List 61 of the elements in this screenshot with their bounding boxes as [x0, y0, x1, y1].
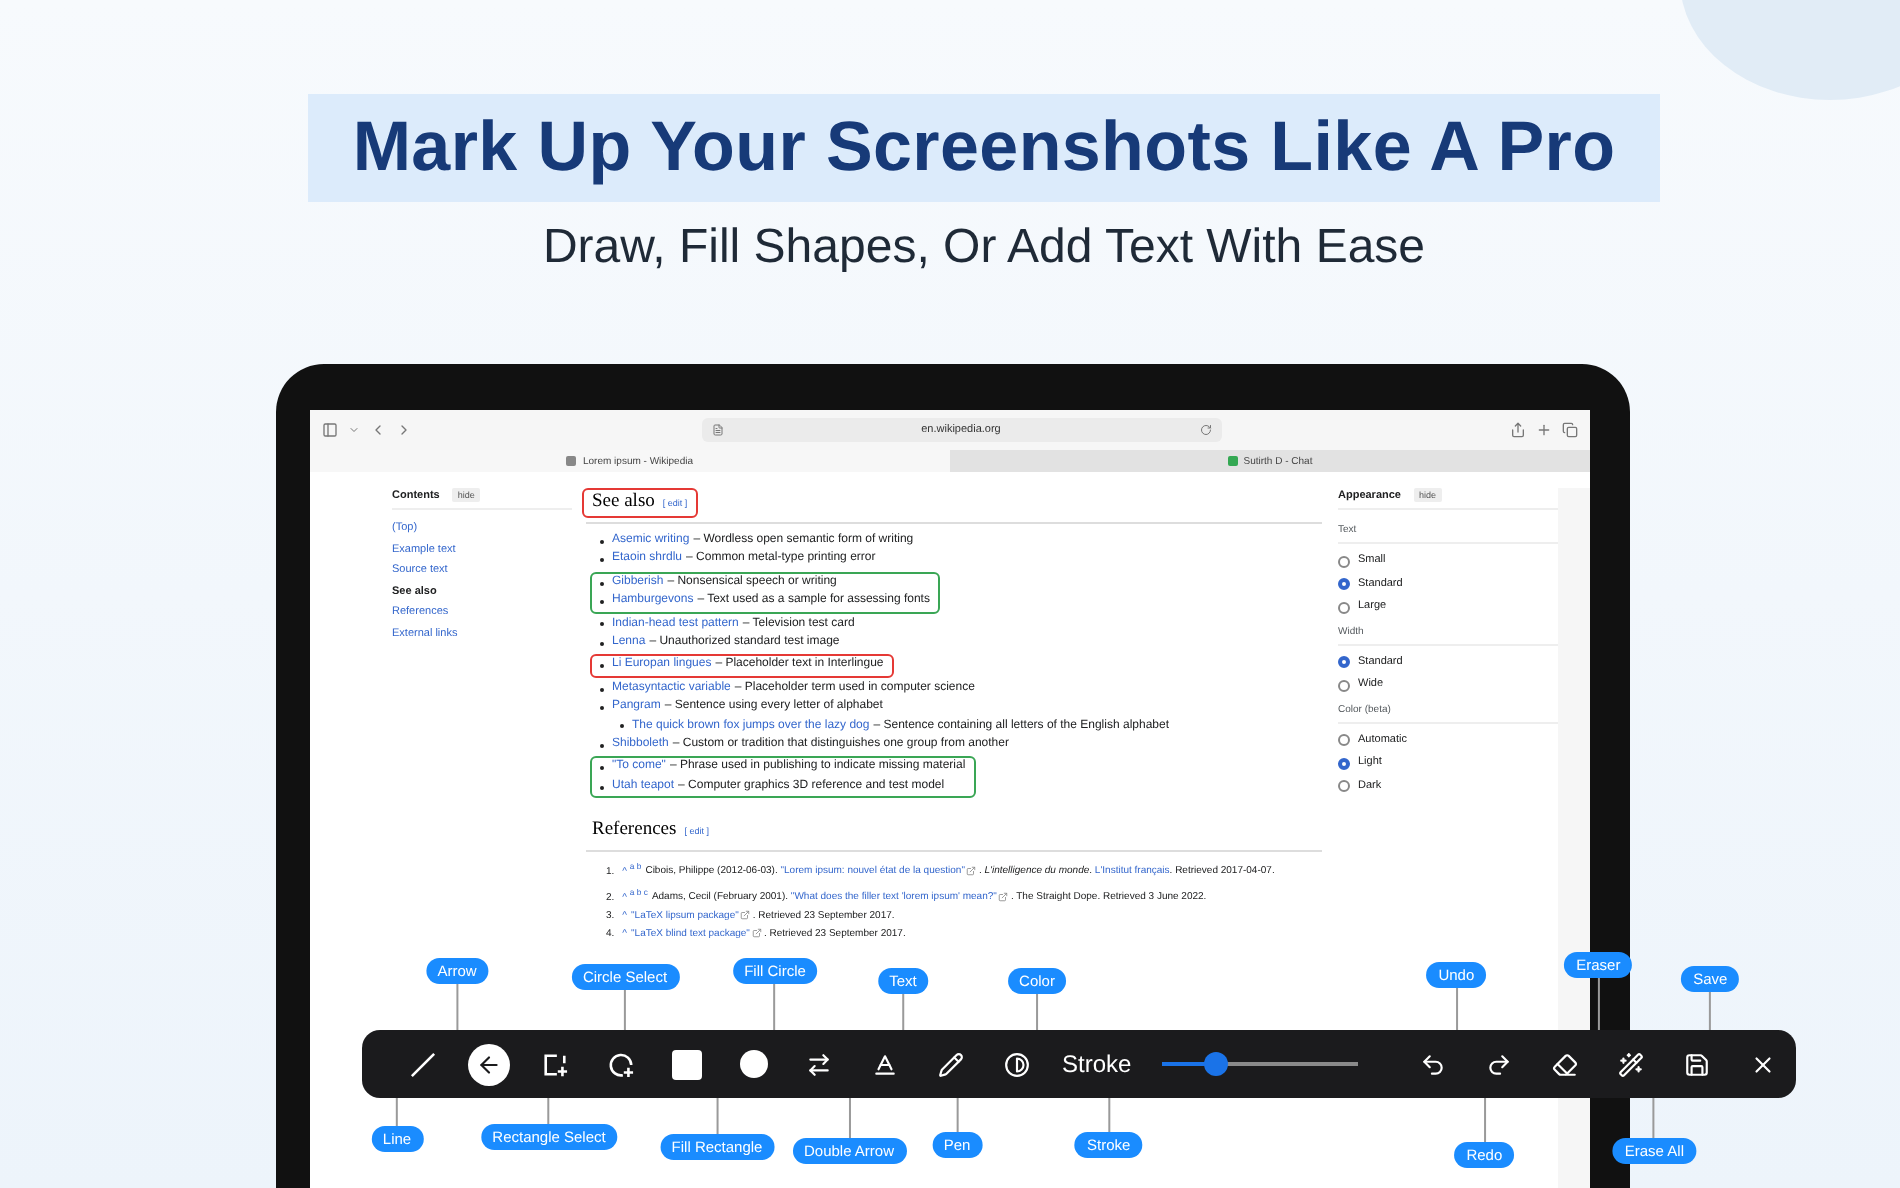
sidebar-icon[interactable]: [322, 422, 338, 438]
leader-line: [396, 1098, 398, 1126]
slider-thumb[interactable]: [1204, 1052, 1229, 1076]
section-heading: See also: [592, 492, 655, 512]
wand-icon: [1617, 1051, 1644, 1077]
undo-icon: [1419, 1051, 1446, 1077]
leader-line: [956, 1098, 958, 1132]
leader-line: [1107, 1098, 1110, 1132]
double-arrow-icon: [806, 1051, 832, 1077]
circle-icon: [739, 1050, 767, 1078]
leader-line: [1597, 978, 1600, 1030]
leader-line: [1653, 1098, 1656, 1138]
eraser-icon: [1551, 1051, 1578, 1077]
contrast-icon: [1004, 1051, 1030, 1077]
radio-button[interactable]: [1338, 555, 1350, 568]
radio-button[interactable]: [1338, 757, 1350, 770]
radio-button[interactable]: [1338, 780, 1350, 793]
favicon-icon: [566, 456, 577, 466]
external-link-icon: [740, 909, 751, 920]
headline: Mark Up Your Screenshots Like A Pro: [308, 94, 1660, 202]
page-icon: [711, 424, 723, 436]
leader-line: [774, 984, 776, 1030]
leader-line: [1455, 988, 1458, 1030]
leader-line: [1483, 1098, 1486, 1142]
forward-icon[interactable]: [396, 422, 412, 438]
stroke-label: Stroke: [1062, 1050, 1132, 1078]
line-icon: [410, 1051, 436, 1077]
radio-button[interactable]: [1338, 578, 1350, 591]
rectangle-plus-icon: [542, 1051, 568, 1077]
radio-button[interactable]: [1338, 656, 1350, 669]
new-tab-icon[interactable]: [1536, 422, 1552, 438]
radio-button[interactable]: [1338, 601, 1350, 614]
radio-button[interactable]: [1338, 679, 1350, 692]
square-icon: [672, 1049, 702, 1079]
external-link-icon: [966, 866, 977, 877]
share-icon[interactable]: [1510, 422, 1526, 438]
leader-line: [548, 1098, 550, 1124]
favicon-icon: [1227, 456, 1238, 466]
subheadline: Draw, Fill Shapes, Or Add Text With Ease: [542, 220, 1426, 276]
leader-line: [848, 1098, 850, 1138]
leader-line: [902, 994, 904, 1030]
redo-icon: [1485, 1051, 1512, 1077]
section-heading: References: [592, 820, 677, 841]
external-link-icon: [751, 928, 762, 939]
external-link-icon: [998, 891, 1009, 902]
leader-line: [716, 1098, 718, 1134]
leader-line: [1036, 994, 1038, 1030]
reload-icon[interactable]: [1199, 424, 1211, 436]
close-icon: [1749, 1051, 1776, 1077]
tabs-icon[interactable]: [1562, 422, 1578, 438]
arrow-icon: [476, 1051, 502, 1077]
leader-line: [1709, 992, 1712, 1030]
leader-line: [456, 984, 458, 1030]
circle-plus-icon: [608, 1051, 634, 1077]
leader-line: [624, 990, 626, 1030]
pen-icon: [938, 1051, 964, 1077]
back-icon[interactable]: [370, 422, 386, 438]
save-icon: [1683, 1051, 1710, 1077]
tool-button[interactable]: [468, 1043, 510, 1085]
text-icon: [872, 1051, 898, 1077]
radio-button[interactable]: [1338, 734, 1350, 747]
